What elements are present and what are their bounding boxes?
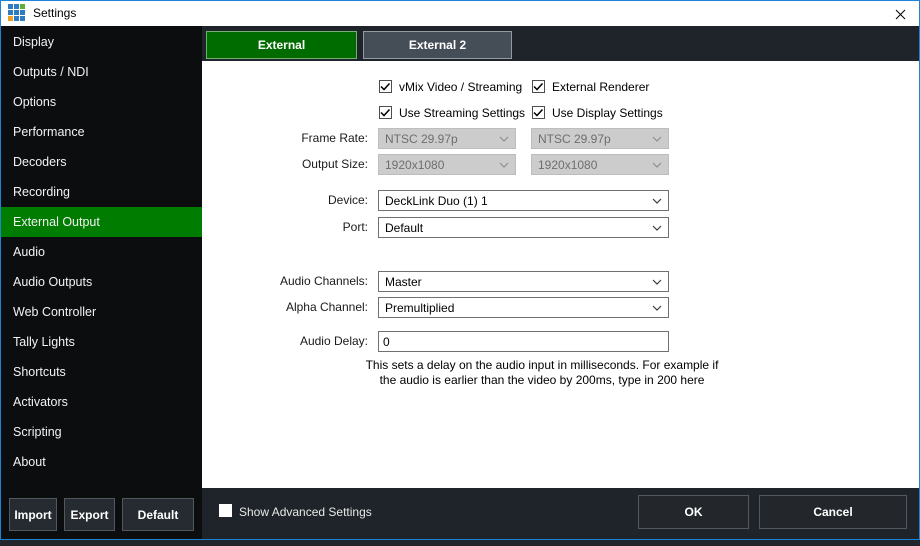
sidebar-item-outputs-ndi[interactable]: Outputs / NDI xyxy=(1,57,202,87)
frame-rate-dropdown-2: NTSC 29.97p xyxy=(531,128,669,149)
audio-delay-input[interactable] xyxy=(378,331,669,352)
checkbox-label: Use Display Settings xyxy=(552,105,663,121)
frame-rate-label: Frame Rate: xyxy=(202,128,368,149)
title-bar: Settings xyxy=(1,1,919,26)
chevron-down-icon xyxy=(652,279,662,285)
sidebar-item-shortcuts[interactable]: Shortcuts xyxy=(1,357,202,387)
device-dropdown[interactable]: DeckLink Duo (1) 1 xyxy=(378,190,669,211)
window-title: Settings xyxy=(33,6,76,20)
alpha-channel-label: Alpha Channel: xyxy=(202,297,368,318)
chevron-down-icon xyxy=(652,162,662,168)
sidebar: Display Outputs / NDI Options Performanc… xyxy=(1,26,202,488)
ok-button[interactable]: OK xyxy=(638,495,749,529)
chevron-down-icon xyxy=(499,136,509,142)
sidebar-item-audio-outputs[interactable]: Audio Outputs xyxy=(1,267,202,297)
sidebar-item-activators[interactable]: Activators xyxy=(1,387,202,417)
chevron-down-icon xyxy=(499,162,509,168)
sidebar-item-options[interactable]: Options xyxy=(1,87,202,117)
sidebar-item-scripting[interactable]: Scripting xyxy=(1,417,202,447)
audio-channels-label: Audio Channels: xyxy=(202,271,368,292)
chevron-down-icon xyxy=(652,198,662,204)
sidebar-item-web-controller[interactable]: Web Controller xyxy=(1,297,202,327)
port-label: Port: xyxy=(202,217,368,238)
checkbox-label: vMix Video / Streaming xyxy=(399,79,522,95)
import-button[interactable]: Import xyxy=(9,498,57,531)
checkbox-use-streaming-settings[interactable] xyxy=(379,106,392,119)
alpha-channel-dropdown[interactable]: Premultiplied xyxy=(378,297,669,318)
sidebar-item-decoders[interactable]: Decoders xyxy=(1,147,202,177)
chevron-down-icon xyxy=(652,225,662,231)
sidebar-item-tally-lights[interactable]: Tally Lights xyxy=(1,327,202,357)
settings-window: Settings Display Outputs / NDI Options P… xyxy=(0,0,920,540)
vmix-logo-icon xyxy=(8,4,27,23)
export-button[interactable]: Export xyxy=(64,498,115,531)
checkbox-vmix-video-streaming[interactable] xyxy=(379,80,392,93)
checkbox-label: External Renderer xyxy=(552,79,649,95)
chevron-down-icon xyxy=(652,305,662,311)
output-size-dropdown-1: 1920x1080 xyxy=(378,154,516,175)
default-button[interactable]: Default xyxy=(122,498,194,531)
sidebar-item-recording[interactable]: Recording xyxy=(1,177,202,207)
sidebar-item-audio[interactable]: Audio xyxy=(1,237,202,267)
close-icon[interactable] xyxy=(889,5,911,23)
checkbox-label: Use Streaming Settings xyxy=(399,105,525,121)
show-advanced-checkbox[interactable] xyxy=(219,504,232,517)
tab-external[interactable]: External xyxy=(206,31,357,59)
audio-delay-label: Audio Delay: xyxy=(202,331,368,352)
device-label: Device: xyxy=(202,190,368,211)
checkbox-use-display-settings[interactable] xyxy=(532,106,545,119)
chevron-down-icon xyxy=(652,136,662,142)
checkbox-external-renderer[interactable] xyxy=(532,80,545,93)
cancel-button[interactable]: Cancel xyxy=(759,495,907,529)
tab-external-2[interactable]: External 2 xyxy=(363,31,512,59)
tab-strip: External External 2 xyxy=(202,26,919,61)
audio-delay-help-line2: the audio is earlier than the video by 2… xyxy=(352,373,732,388)
settings-panel: vMix Video / Streaming External Renderer… xyxy=(202,61,919,488)
port-dropdown[interactable]: Default xyxy=(378,217,669,238)
output-size-dropdown-2: 1920x1080 xyxy=(531,154,669,175)
sidebar-item-display[interactable]: Display xyxy=(1,27,202,57)
audio-delay-help-line1: This sets a delay on the audio input in … xyxy=(352,358,732,373)
show-advanced-label: Show Advanced Settings xyxy=(239,505,372,519)
sidebar-footer: Import Export Default xyxy=(1,488,202,539)
dialog-footer: Show Advanced Settings OK Cancel xyxy=(202,488,919,539)
sidebar-item-performance[interactable]: Performance xyxy=(1,117,202,147)
frame-rate-dropdown-1: NTSC 29.97p xyxy=(378,128,516,149)
sidebar-item-about[interactable]: About xyxy=(1,447,202,477)
audio-channels-dropdown[interactable]: Master xyxy=(378,271,669,292)
output-size-label: Output Size: xyxy=(202,154,368,175)
sidebar-item-external-output[interactable]: External Output xyxy=(1,207,202,237)
